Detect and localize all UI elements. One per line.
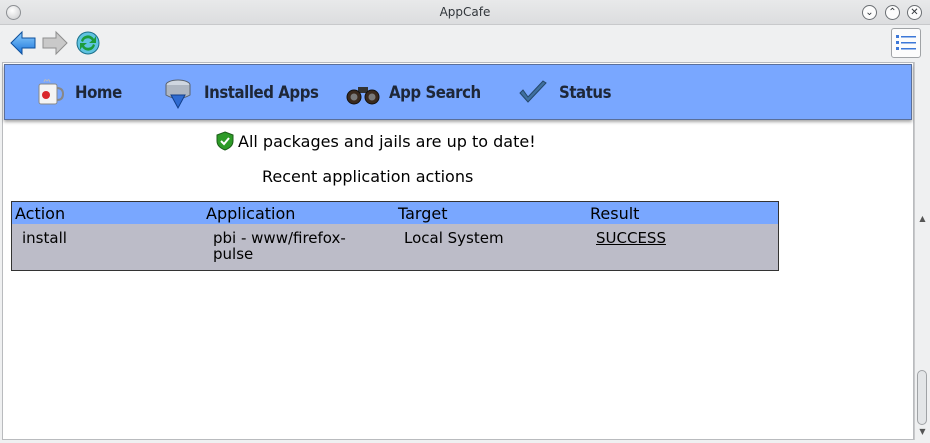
minimize-icon[interactable]: ⌄ <box>862 5 877 20</box>
coffee-mug-icon <box>38 79 65 105</box>
cell-target: Local System <box>404 229 504 247</box>
nav-bar: Home Installed Apps App Search Status <box>4 64 912 120</box>
nav-item-installed-apps[interactable]: Installed Apps <box>160 73 334 113</box>
toolbar <box>0 25 930 61</box>
content-area: Home Installed Apps App Search Status Al… <box>2 62 914 440</box>
scroll-up-arrow-icon[interactable]: ▲ <box>915 212 930 226</box>
window-title: AppCafe <box>439 5 491 19</box>
shield-check-icon <box>216 131 234 151</box>
close-icon[interactable]: ✕ <box>907 5 922 20</box>
result-link[interactable]: SUCCESS <box>596 230 666 246</box>
back-arrow-icon[interactable] <box>9 29 37 57</box>
nav-item-label: Status <box>559 83 612 103</box>
nav-item-home[interactable]: Home <box>31 73 128 113</box>
cell-action: install <box>22 229 67 247</box>
window-titlebar: AppCafe ⌄ ⌃ ✕ <box>0 0 930 25</box>
recent-actions-title: Recent application actions <box>262 167 474 186</box>
maximize-icon[interactable]: ⌃ <box>885 5 900 20</box>
hard-drive-icon <box>165 79 191 110</box>
status-text: All packages and jails are up to date! <box>238 131 536 151</box>
column-header-action: Action <box>15 204 66 223</box>
recent-actions-table: Action Application Target Result install… <box>11 201 779 271</box>
forward-arrow-icon[interactable] <box>41 29 69 57</box>
nav-item-label: Home <box>75 83 122 103</box>
hamburger-menu-button[interactable] <box>891 28 921 58</box>
scroll-down-arrow-icon[interactable]: ▼ <box>915 425 930 439</box>
nav-item-app-search[interactable]: App Search <box>345 73 493 113</box>
nav-item-label: Installed Apps <box>204 83 319 103</box>
column-header-result: Result <box>590 204 640 223</box>
refresh-icon[interactable] <box>74 29 102 57</box>
status-message: All packages and jails are up to date! <box>215 130 536 152</box>
nav-item-label: App Search <box>389 83 481 103</box>
cell-application: pbi - www/firefox-pulse <box>213 229 346 263</box>
nav-item-status[interactable]: Status <box>515 73 618 113</box>
column-header-application: Application <box>206 204 296 223</box>
hamburger-menu-icon <box>896 35 916 50</box>
binoculars-icon <box>346 87 380 105</box>
table-header: Action Application Target Result <box>12 202 778 224</box>
checkmark-icon <box>519 80 547 103</box>
scroll-thumb[interactable] <box>917 370 927 425</box>
column-header-target: Target <box>398 204 448 223</box>
vertical-scrollbar[interactable]: ▲ ▼ <box>914 62 929 440</box>
